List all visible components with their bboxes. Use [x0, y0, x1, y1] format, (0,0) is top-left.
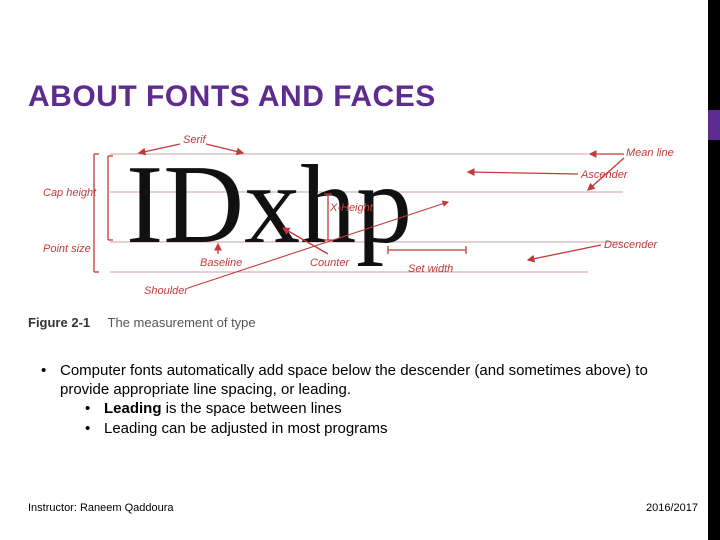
label-set-width: Set width [408, 263, 453, 275]
label-cap-height: Cap height [43, 187, 97, 199]
figure-caption: Figure 2-1 The measurement of type [28, 315, 256, 330]
arrow-ascender [468, 172, 578, 174]
figure-caption-text: The measurement of type [108, 315, 256, 330]
sub-bullet-1-bold: Leading [104, 400, 162, 417]
instructor-footer: Instructor: Raneem Qaddoura [28, 502, 174, 514]
label-point-size: Point size [43, 243, 91, 255]
label-descender: Descender [604, 239, 659, 251]
bullet-top-text: Computer fonts automatically add space b… [60, 362, 648, 398]
label-ascender: Ascender [580, 169, 629, 181]
slide-title: ABOUT FONTS AND FACES [28, 80, 436, 114]
year-footer: 2016/2017 [646, 502, 698, 514]
label-serif: Serif [183, 134, 207, 146]
sub-bullet-1-rest: is the space between lines [162, 400, 342, 417]
bullet-top: Computer fonts automatically add space b… [38, 362, 678, 439]
label-counter: Counter [310, 257, 350, 269]
sub-bullet-2-text: Leading can be adjusted in most programs [104, 420, 388, 437]
label-mean-line: Mean line [626, 147, 674, 159]
label-shoulder: Shoulder [144, 285, 189, 297]
label-x-height: X-Height [329, 202, 374, 214]
right-black-bar [708, 0, 720, 540]
arrow-descender [528, 245, 601, 260]
type-anatomy-diagram: IDxhp Serif Mean line Ascender Cap heigh… [28, 132, 692, 304]
bullet-content: Computer fonts automatically add space b… [38, 362, 678, 453]
right-purple-accent [708, 110, 720, 140]
label-baseline: Baseline [200, 257, 242, 269]
sub-bullet-2: Leading can be adjusted in most programs [82, 420, 678, 439]
sub-bullet-1: Leading is the space between lines [82, 400, 678, 419]
figure-number: Figure 2-1 [28, 315, 90, 330]
